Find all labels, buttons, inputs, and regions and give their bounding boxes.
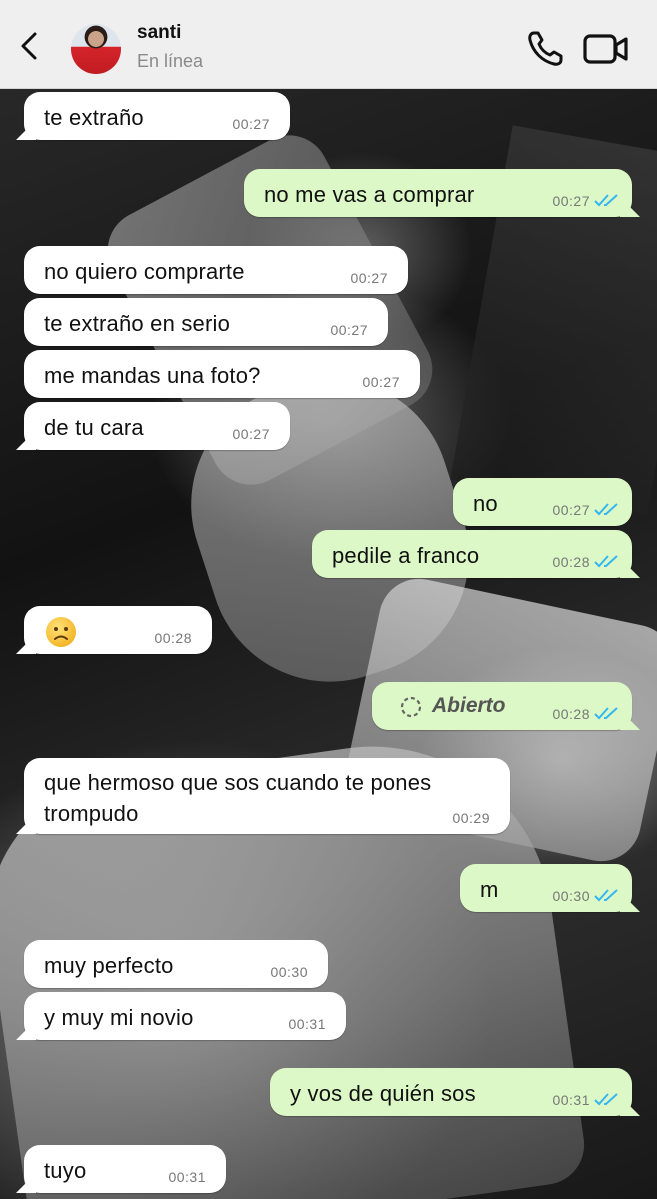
message-time: 00:27 (362, 374, 400, 390)
message-incoming[interactable]: y muy mi novio 00:31 (24, 992, 346, 1040)
contact-name[interactable]: santi (137, 22, 181, 44)
message-time: 00:30 (270, 964, 308, 980)
message-text: te extraño en serio (44, 311, 231, 336)
double-check-icon (594, 503, 618, 516)
message-time: 00:28 (154, 630, 192, 646)
message-time: 00:27 (330, 322, 368, 338)
message-text: pedile a franco (332, 543, 480, 568)
message-text: no me vas a comprar (264, 182, 475, 207)
message-time: 00:29 (452, 810, 490, 826)
double-check-icon (594, 707, 618, 720)
message-time: 00:28 (552, 706, 590, 722)
contact-status: En línea (137, 51, 204, 71)
message-time: 00:30 (552, 888, 590, 904)
video-camera-icon[interactable] (582, 30, 630, 68)
message-incoming[interactable]: de tu cara 00:27 (24, 402, 290, 450)
message-text: y muy mi novio (44, 1005, 194, 1030)
message-time: 00:27 (552, 193, 590, 209)
message-text: tuyo (44, 1158, 87, 1183)
message-outgoing[interactable]: m 00:30 (460, 864, 632, 912)
chat-header: santi En línea (0, 0, 657, 89)
message-time: 00:31 (288, 1016, 326, 1032)
avatar[interactable] (71, 24, 121, 74)
view-once-icon (400, 696, 422, 718)
opened-label: Abierto (432, 694, 506, 717)
message-text: de tu cara (44, 415, 144, 440)
message-list: te extraño 00:27 no me vas a comprar 00:… (0, 0, 657, 1199)
message-text: me mandas una foto? (44, 363, 261, 388)
message-outgoing[interactable]: no me vas a comprar 00:27 (244, 169, 632, 217)
message-time: 00:27 (350, 270, 388, 286)
message-incoming[interactable]: me mandas una foto? 00:27 (24, 350, 420, 398)
message-incoming[interactable]: muy perfecto 00:30 (24, 940, 328, 988)
double-check-icon (594, 555, 618, 568)
message-text: que hermoso que sos cuando te pones trom… (44, 770, 432, 826)
message-text: muy perfecto (44, 953, 174, 978)
message-incoming[interactable]: 00:28 (24, 606, 212, 654)
message-incoming[interactable]: te extraño en serio 00:27 (24, 298, 388, 346)
phone-icon[interactable] (524, 28, 566, 70)
message-outgoing[interactable]: y vos de quién sos 00:31 (270, 1068, 632, 1116)
view-once-opened: Abierto (400, 694, 506, 718)
chevron-left-icon[interactable] (12, 28, 48, 64)
double-check-icon (594, 1093, 618, 1106)
message-text: y vos de quién sos (290, 1081, 476, 1106)
double-check-icon (594, 889, 618, 902)
message-time: 00:27 (552, 502, 590, 518)
message-time: 00:31 (552, 1092, 590, 1108)
message-incoming[interactable]: que hermoso que sos cuando te pones trom… (24, 758, 510, 834)
message-incoming[interactable]: no quiero comprarte 00:27 (24, 246, 408, 294)
message-text: m (480, 877, 499, 902)
message-text: no (473, 491, 498, 516)
message-time: 00:31 (168, 1169, 206, 1185)
message-incoming[interactable]: te extraño 00:27 (24, 92, 290, 140)
message-text: no quiero comprarte (44, 259, 245, 284)
frowning-face-icon (46, 617, 76, 647)
message-time: 00:28 (552, 554, 590, 570)
message-outgoing[interactable]: pedile a franco 00:28 (312, 530, 632, 578)
message-outgoing[interactable]: no 00:27 (453, 478, 632, 526)
message-text: te extraño (44, 105, 144, 130)
message-outgoing[interactable]: Abierto 00:28 (372, 682, 632, 730)
message-time: 00:27 (232, 426, 270, 442)
message-incoming[interactable]: tuyo 00:31 (24, 1145, 226, 1193)
message-time: 00:27 (232, 116, 270, 132)
double-check-icon (594, 194, 618, 207)
